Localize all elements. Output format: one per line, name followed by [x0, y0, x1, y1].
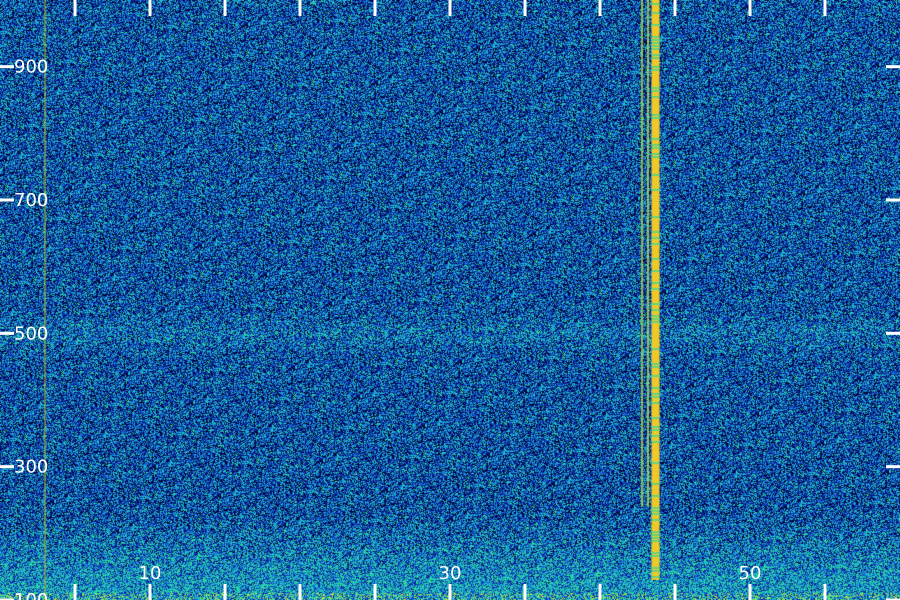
spectrogram-heatmap [0, 0, 900, 600]
